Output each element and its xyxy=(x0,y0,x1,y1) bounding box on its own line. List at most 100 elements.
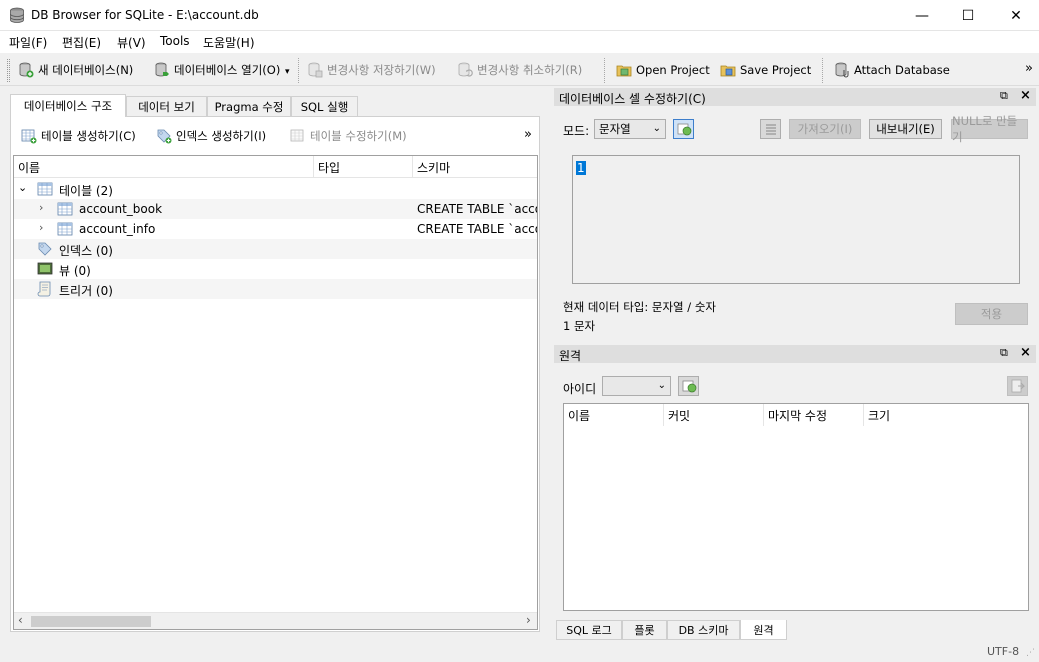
remote-file-list[interactable]: 이름 커밋 마지막 수정 크기 xyxy=(563,403,1029,611)
column-header-type[interactable]: 타입 xyxy=(314,156,413,178)
revert-changes-button[interactable]: 변경사항 취소하기(R) xyxy=(457,60,582,80)
cell-editor-textarea[interactable]: 1 xyxy=(572,155,1020,284)
create-table-icon xyxy=(21,129,37,144)
identity-select[interactable]: ⌄ xyxy=(602,376,671,396)
push-database-button[interactable] xyxy=(1007,376,1028,396)
identity-settings-button[interactable] xyxy=(678,376,699,396)
chevron-down-icon[interactable]: ⌄ xyxy=(18,181,27,194)
column-header-label: 커밋 xyxy=(668,408,691,423)
toolbar-separator xyxy=(298,58,299,83)
apply-button[interactable]: 적용 xyxy=(955,303,1028,325)
new-database-label: 새 데이터베이스(N) xyxy=(38,63,134,77)
menu-file[interactable]: 파일(F) xyxy=(9,34,47,51)
resize-grip-icon[interactable]: ⋰ xyxy=(1026,648,1035,658)
menu-help[interactable]: 도움말(H) xyxy=(203,34,255,51)
close-dock-icon[interactable]: × xyxy=(1020,88,1031,103)
close-dock-icon[interactable]: × xyxy=(1020,345,1031,360)
trigger-scroll-icon xyxy=(37,281,51,297)
title-bar: DB Browser for SQLite - E:\account.db — … xyxy=(0,0,1039,31)
tab-db-schema[interactable]: DB 스키마 xyxy=(667,620,740,640)
mode-select[interactable]: 문자열 ⌄ xyxy=(594,119,666,139)
column-header-schema[interactable]: 스키마 xyxy=(413,156,537,178)
tree-item-triggers[interactable]: 트리거 (0) xyxy=(14,279,537,299)
toolbar-overflow-button[interactable]: » xyxy=(1025,61,1033,76)
tree-item-views[interactable]: 뷰 (0) xyxy=(14,259,537,279)
mode-select-value: 문자열 xyxy=(599,122,631,136)
tree-item-table[interactable]: › account_book CREATE TABLE `account_boo… xyxy=(14,199,537,219)
scroll-right-icon[interactable]: › xyxy=(526,613,531,627)
import-button[interactable]: 가져오기(I) xyxy=(789,119,861,139)
tab-plot[interactable]: 플롯 xyxy=(622,620,667,640)
push-icon xyxy=(1011,379,1025,393)
float-dock-icon[interactable]: ⧉ xyxy=(1000,89,1008,103)
minimize-button[interactable]: — xyxy=(899,0,945,31)
create-index-button[interactable]: 인덱스 생성하기(I) xyxy=(156,128,266,144)
chevron-right-icon[interactable]: › xyxy=(39,221,43,234)
chevron-right-icon[interactable]: › xyxy=(39,201,43,214)
column-header-size[interactable]: 크기 xyxy=(864,404,1028,426)
window-title: DB Browser for SQLite - E:\account.db xyxy=(31,8,259,22)
word-wrap-icon xyxy=(765,124,776,135)
tab-remote[interactable]: 원격 xyxy=(740,620,787,640)
menu-edit[interactable]: 편집(E) xyxy=(62,34,101,51)
character-count-label: 1 문자 xyxy=(563,319,596,333)
open-project-button[interactable]: Open Project xyxy=(616,60,710,80)
menu-bar: 파일(F) 편집(E) 뷰(V) Tools 도움말(H) xyxy=(0,31,1039,53)
tab-browse-data[interactable]: 데이터 보기 xyxy=(126,96,207,116)
chevron-down-icon: ⌄ xyxy=(652,123,661,134)
set-null-button[interactable]: NULL로 만들기 xyxy=(951,114,1028,144)
tree-header: 이름 타입 스키마 xyxy=(14,156,537,178)
open-database-icon xyxy=(155,62,169,77)
tab-database-structure[interactable]: 데이터베이스 구조 xyxy=(10,94,126,117)
column-header-name[interactable]: 이름 xyxy=(14,156,314,178)
edit-cell-dock-title: 데이터베이스 셀 수정하기(C) xyxy=(559,92,706,106)
modify-table-button[interactable]: 테이블 수정하기(M) xyxy=(290,128,407,144)
table-name: account_book xyxy=(79,202,163,216)
schema-tree[interactable]: 이름 타입 스키마 ⌄ 테이블 (2) › account_book CREAT… xyxy=(13,155,538,630)
write-changes-button[interactable]: 변경사항 저장하기(W) xyxy=(307,60,436,80)
maximize-button[interactable]: ☐ xyxy=(945,0,991,31)
tab-label: SQL 로그 xyxy=(566,624,612,637)
column-header-commit[interactable]: 커밋 xyxy=(664,404,764,426)
new-database-button[interactable]: 새 데이터베이스(N) xyxy=(18,60,133,80)
open-database-button[interactable]: 데이터베이스 열기(O) xyxy=(154,60,280,80)
tree-item-tables[interactable]: ⌄ 테이블 (2) xyxy=(14,179,537,199)
open-database-dropdown-icon[interactable]: ▾ xyxy=(285,67,290,77)
remote-dock-header: 원격 ⧉ × xyxy=(554,345,1036,363)
create-table-button[interactable]: 테이블 생성하기(C) xyxy=(21,128,136,144)
apply-button-label: 적용 xyxy=(980,307,1003,321)
tree-item-label: 트리거 (0) xyxy=(59,284,113,298)
word-wrap-button[interactable] xyxy=(760,119,781,139)
horizontal-scrollbar[interactable]: ‹ › xyxy=(14,612,537,629)
tab-label: SQL 실행 xyxy=(300,99,349,114)
column-header-last-modified[interactable]: 마지막 수정 xyxy=(764,404,864,426)
database-structure-pane: 테이블 생성하기(C) 인덱스 생성하기(I) 테이블 수정하기(M) » 이름… xyxy=(10,116,540,632)
save-project-icon xyxy=(720,65,736,77)
column-header-name[interactable]: 이름 xyxy=(564,404,664,426)
encoding-status: UTF-8 xyxy=(987,645,1020,658)
create-index-icon xyxy=(157,129,172,144)
tab-label: 데이터베이스 구조 xyxy=(23,99,113,113)
close-button[interactable]: ✕ xyxy=(993,0,1039,31)
float-dock-icon[interactable]: ⧉ xyxy=(1000,346,1008,360)
tree-item-table[interactable]: › account_info CREATE TABLE `account_inf… xyxy=(14,219,537,239)
menu-view[interactable]: 뷰(V) xyxy=(117,34,146,51)
export-button[interactable]: 내보내기(E) xyxy=(869,119,942,139)
tree-item-label: 테이블 (2) xyxy=(59,184,113,198)
scrollbar-thumb[interactable] xyxy=(31,616,151,627)
tab-label: 플롯 xyxy=(634,624,655,637)
tab-edit-pragmas[interactable]: Pragma 수정 xyxy=(207,96,291,116)
certificate-icon xyxy=(682,380,696,393)
save-project-button[interactable]: Save Project xyxy=(720,60,811,80)
scroll-left-icon[interactable]: ‹ xyxy=(18,613,23,627)
structure-toolbar-overflow[interactable]: » xyxy=(524,127,532,142)
attach-database-button[interactable]: Attach Database xyxy=(834,60,950,80)
table-icon xyxy=(57,202,73,216)
auto-switch-mode-button[interactable] xyxy=(673,119,694,139)
menu-tools[interactable]: Tools xyxy=(160,34,190,48)
tree-item-indexes[interactable]: 인덱스 (0) xyxy=(14,239,537,259)
column-header-label: 마지막 수정 xyxy=(768,408,828,423)
table-group-icon xyxy=(37,182,53,196)
tab-execute-sql[interactable]: SQL 실행 xyxy=(291,96,358,116)
tab-sql-log[interactable]: SQL 로그 xyxy=(556,620,622,640)
